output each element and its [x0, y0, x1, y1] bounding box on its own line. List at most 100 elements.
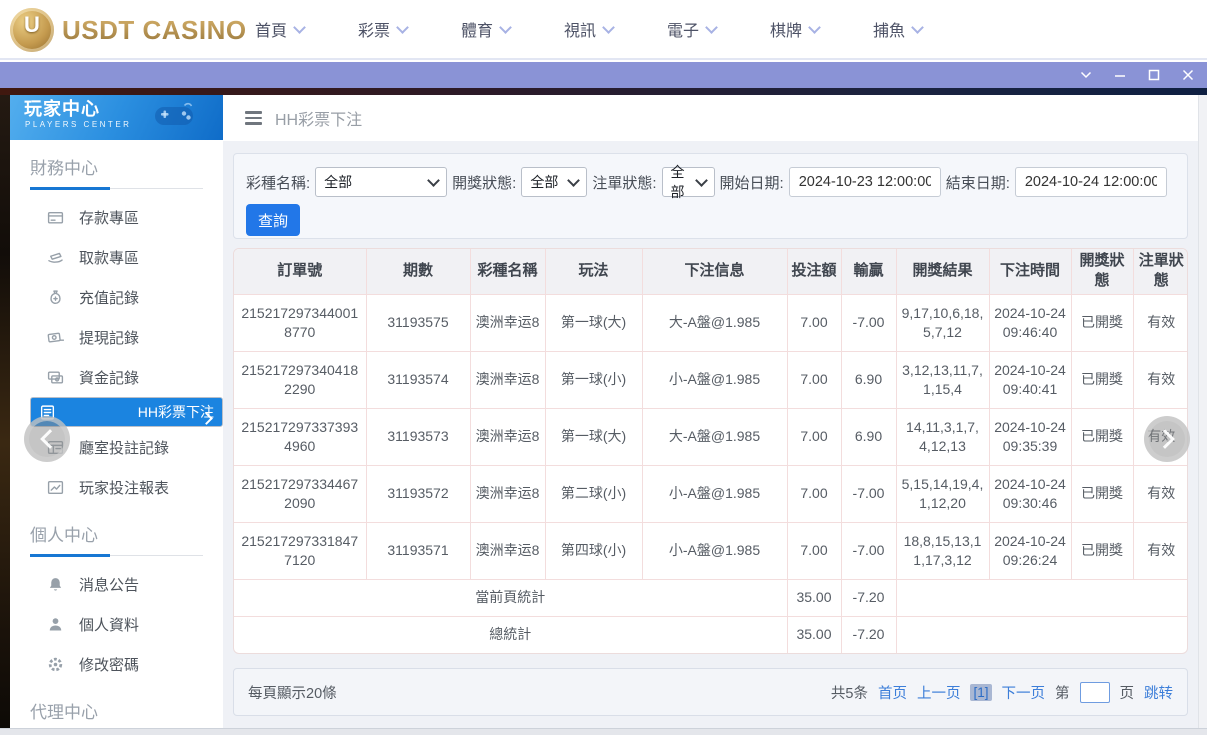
cell-draw-status: 已開獎	[1071, 351, 1134, 409]
maximize-icon[interactable]	[1146, 68, 1161, 83]
nav-item-home[interactable]: 首頁	[228, 0, 331, 58]
start-date-label: 開始日期:	[719, 174, 784, 192]
site-logo[interactable]: U USDT CASINO	[10, 8, 247, 52]
cell-period: 31193572	[366, 465, 471, 523]
sidebar-item-player-bet-report[interactable]: 玩家投注報表	[30, 467, 223, 507]
chevron-down-icon	[602, 20, 615, 34]
pagination-controls: 共5条 首页 上一页 [1] 下一页 第 页 跳转	[831, 681, 1173, 703]
cell-bet-info: 小-A盤@1.985	[642, 522, 788, 580]
next-page-link[interactable]: 下一页	[1002, 682, 1046, 703]
chevron-down-icon	[293, 20, 306, 34]
start-date-input[interactable]	[788, 167, 941, 197]
bets-table: 訂單號 期數 彩種名稱 玩法 下注信息 投注額 輸贏 開獎結果 下注時間 開獎狀態 注單狀態 2152…	[234, 249, 1187, 653]
chevron-down-icon	[499, 20, 512, 34]
order-status-select[interactable]: 全部	[661, 164, 715, 200]
first-page-link[interactable]: 首页	[878, 682, 907, 703]
collapse-left-button[interactable]	[24, 416, 70, 462]
summary-empty	[896, 579, 1187, 617]
cell-play-type: 第四球(小)	[545, 522, 643, 580]
cell-order-status: 有效	[1133, 522, 1187, 580]
main-content: 彩種名稱: 全部 開獎狀態: 全部 注單狀態: 全部 開始日期: 結束日期:	[223, 141, 1198, 728]
cell-period: 31193571	[366, 522, 471, 580]
nav-item-label: 彩票	[357, 23, 390, 40]
hamburger-menu-icon[interactable]	[245, 111, 262, 125]
expand-right-button[interactable]	[1144, 416, 1190, 462]
cell-order-status: 有效	[1133, 465, 1187, 523]
jump-link[interactable]: 跳转	[1144, 682, 1173, 703]
summary-win-loss: -7.20	[841, 616, 897, 653]
sidebar-item-deposit[interactable]: 存款專區	[30, 197, 223, 237]
sidebar-item-label: 廳室投註記錄	[79, 439, 170, 457]
sidebar-item-withdraw-record[interactable]: 提現記錄	[30, 317, 223, 357]
chevron-down-icon[interactable]	[1078, 68, 1093, 83]
background-left-edge	[0, 95, 10, 728]
cell-order-status: 有效	[1133, 351, 1187, 409]
lottery-name-select[interactable]: 全部	[315, 167, 448, 197]
col-draw-result: 開獎結果	[896, 249, 990, 295]
summary-bet-amount: 35.00	[787, 579, 842, 617]
nav-item-label: 體育	[460, 23, 493, 40]
chevron-down-icon	[567, 174, 581, 187]
cell-win-loss: 6.90	[841, 351, 897, 409]
cell-draw-status: 已開獎	[1071, 294, 1134, 352]
sidebar-item-label: 消息公告	[79, 576, 140, 594]
recharge-bag-icon	[47, 289, 64, 306]
sidebar: 玩家中心 PLAYERS CENTER 財務中心 存款專區 取款專區 充值記錄 提現記錄…	[10, 95, 223, 728]
sidebar-item-change-password[interactable]: 修改密碼	[30, 644, 223, 684]
right-scrollbar[interactable]	[1198, 95, 1207, 728]
close-icon[interactable]	[1180, 68, 1195, 83]
sidebar-item-announcements[interactable]: 消息公告	[30, 564, 223, 604]
minimize-icon[interactable]	[1112, 68, 1127, 83]
sidebar-item-funds-record[interactable]: 資金記錄	[30, 357, 223, 397]
nav-item-label: 視訊	[563, 23, 596, 40]
nav-item-chess-cards[interactable]: 棋牌	[743, 0, 846, 58]
nav-item-live-video[interactable]: 視訊	[537, 0, 640, 58]
cell-draw-status: 已開獎	[1071, 465, 1134, 523]
nav-item-lottery[interactable]: 彩票	[331, 0, 434, 58]
cell-lottery-name: 澳洲幸运8	[470, 465, 546, 523]
lottery-name-label: 彩種名稱:	[246, 174, 311, 192]
nav-item-fishing[interactable]: 捕魚	[846, 0, 949, 58]
current-page-badge[interactable]: [1]	[970, 683, 992, 701]
cell-period: 31193575	[366, 294, 471, 352]
sidebar-item-label: 修改密碼	[79, 656, 140, 674]
cell-bet-time: 2024-10-24 09:46:40	[989, 294, 1072, 352]
filter-panel: 彩種名稱: 全部 開獎狀態: 全部 注單狀態: 全部 開始日期: 結束日期:	[233, 153, 1188, 239]
cell-period: 31193573	[366, 408, 471, 466]
cell-bet-info: 小-A盤@1.985	[642, 465, 788, 523]
sidebar-section-title: 財務中心	[30, 159, 98, 178]
sidebar-item-withdraw[interactable]: 取款專區	[30, 237, 223, 277]
sidebar-section: 代理中心	[10, 698, 223, 728]
draw-status-label: 開獎狀態:	[452, 174, 517, 192]
funds-record-icon	[47, 369, 64, 386]
cell-win-loss: -7.00	[841, 522, 897, 580]
nav-item-label: 棋牌	[769, 23, 802, 40]
table-row: 2152172973373934960 31193573 澳洲幸运8 第一球(大) 大-…	[234, 408, 1187, 466]
sidebar-item-recharge-record[interactable]: 充值記錄	[30, 277, 223, 317]
prev-page-link[interactable]: 上一页	[917, 682, 961, 703]
lottery-name-select-value: 全部	[324, 174, 353, 190]
withdraw-record-icon	[47, 329, 64, 346]
chevron-left-icon	[39, 429, 60, 449]
cell-win-loss: -7.00	[841, 294, 897, 352]
cell-draw-result: 9,17,10,6,18,5,7,12	[896, 294, 990, 352]
nav-item-slots[interactable]: 電子	[640, 0, 743, 58]
chevron-down-icon	[427, 174, 441, 187]
app-window: U USDT CASINO 首頁 彩票 體育 視訊 電子 棋牌 捕魚 玩家中心 PLAYER…	[0, 0, 1207, 735]
cell-bet-amount: 7.00	[787, 294, 842, 352]
chevron-down-icon	[911, 20, 924, 34]
draw-status-select[interactable]: 全部	[521, 167, 588, 197]
cell-order-no: 2152172973404182290	[234, 351, 367, 409]
page-jump-input[interactable]	[1079, 681, 1110, 703]
cell-win-loss: 6.90	[841, 408, 897, 466]
cell-draw-status: 已開獎	[1071, 522, 1134, 580]
draw-status-select-value: 全部	[530, 174, 559, 190]
logo-text: USDT CASINO	[62, 14, 247, 45]
col-win-loss: 輸贏	[841, 249, 897, 295]
end-date-input[interactable]	[1014, 167, 1167, 197]
sidebar-item-profile[interactable]: 個人資料	[30, 604, 223, 644]
user-icon	[47, 616, 64, 633]
sidebar-section-title: 代理中心	[30, 703, 98, 722]
nav-item-sports[interactable]: 體育	[434, 0, 537, 58]
search-button[interactable]: 查詢	[246, 204, 300, 236]
